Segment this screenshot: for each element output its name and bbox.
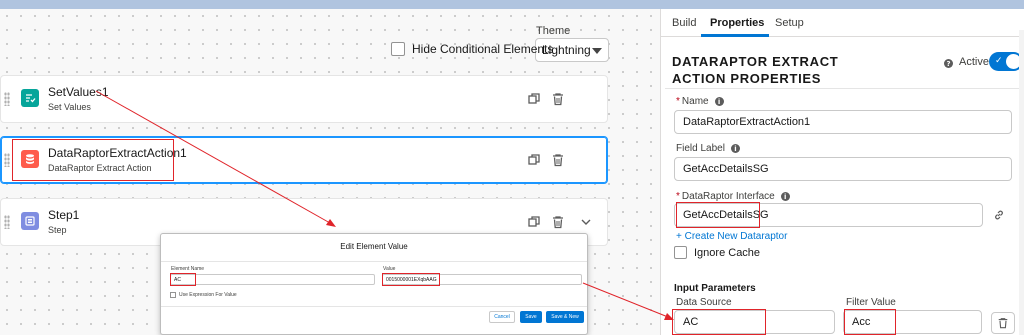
- value-label: Value: [383, 266, 396, 272]
- element-card-dataraptor[interactable]: DataRaptorExtractAction1 DataRaptor Extr…: [0, 136, 608, 184]
- check-icon: ✓: [995, 56, 1003, 66]
- trash-icon[interactable]: [551, 215, 565, 229]
- tab-build[interactable]: Build: [672, 17, 696, 29]
- active-tab-indicator: [701, 34, 769, 37]
- copy-icon[interactable]: [527, 153, 541, 167]
- divider: [161, 261, 587, 262]
- info-icon: i: [730, 144, 740, 153]
- element-subtitle: Set Values: [48, 102, 91, 112]
- ignore-cache-label: Ignore Cache: [694, 246, 761, 259]
- tab-properties[interactable]: Properties: [710, 17, 764, 29]
- element-name-input[interactable]: AC: [170, 274, 375, 285]
- checkbox-box[interactable]: [391, 42, 405, 56]
- link-icon[interactable]: [993, 208, 1005, 220]
- delete-parameter-button[interactable]: [991, 312, 1015, 334]
- hide-conditional-label: Hide Conditional Elements: [412, 42, 554, 56]
- element-card-setvalues[interactable]: SetValues1 Set Values: [0, 75, 608, 123]
- copy-icon[interactable]: [527, 215, 541, 229]
- element-subtitle: Step: [48, 225, 67, 235]
- copy-icon[interactable]: [527, 92, 541, 106]
- info-icon: i: [780, 192, 790, 201]
- data-source-label: Data Source: [676, 297, 732, 308]
- theme-label: Theme: [536, 25, 571, 37]
- value-input[interactable]: 0015000001EXqbAAG: [382, 274, 582, 285]
- element-title: SetValues1: [48, 85, 109, 99]
- dataraptor-interface-input[interactable]: GetAccDetailsSG: [674, 203, 983, 227]
- hide-conditional-checkbox[interactable]: Hide Conditional Elements: [391, 42, 553, 56]
- chevron-down-icon[interactable]: [579, 215, 593, 229]
- help-icon[interactable]: ?: [944, 59, 953, 68]
- trash-icon: [998, 318, 1008, 329]
- chevron-down-icon: [592, 48, 602, 54]
- drag-handle-icon[interactable]: [4, 92, 10, 106]
- element-title: Step1: [48, 208, 80, 222]
- name-input[interactable]: DataRaptorExtractAction1: [674, 110, 1012, 134]
- trash-icon[interactable]: [551, 92, 565, 106]
- page-title-line1: DATARAPTOR EXTRACT: [672, 54, 839, 69]
- database-icon: [21, 150, 39, 168]
- save-button[interactable]: Save: [520, 311, 542, 323]
- top-header-bar: [0, 0, 1024, 9]
- divider: [161, 306, 587, 307]
- name-label: * Name i: [676, 96, 724, 107]
- panel-tabs: Build Properties Setup: [661, 9, 1024, 37]
- element-title: DataRaptorExtractAction1: [48, 146, 187, 160]
- filter-value-label: Filter Value: [846, 297, 896, 308]
- scrollbar[interactable]: [1019, 30, 1024, 335]
- filter-value-input[interactable]: Acc: [843, 310, 982, 334]
- save-new-button[interactable]: Save & New: [546, 311, 584, 323]
- info-icon: i: [714, 97, 724, 106]
- field-label-label: Field Label i: [676, 143, 740, 154]
- field-label-input[interactable]: GetAccDetailsSG: [674, 157, 1012, 181]
- active-label: Active: [959, 56, 989, 68]
- use-expression-label: Use Expression For Value: [179, 292, 237, 298]
- checkbox-box[interactable]: [674, 246, 687, 259]
- page-title-line2: ACTION PROPERTIES: [672, 71, 822, 86]
- create-new-dataraptor-link[interactable]: + Create New Dataraptor: [676, 231, 787, 242]
- dataraptor-interface-label: * DataRaptor Interface i: [676, 191, 790, 202]
- set-values-icon: [21, 89, 39, 107]
- cancel-button[interactable]: Cancel: [489, 311, 515, 323]
- element-name-label: Element Name: [171, 266, 205, 272]
- drag-handle-icon[interactable]: [4, 153, 10, 167]
- use-expression-checkbox[interactable]: Use Expression For Value: [170, 292, 237, 298]
- modal-title: Edit Element Value: [340, 242, 408, 251]
- page-title: DATARAPTOR EXTRACT ACTION PROPERTIES: [672, 53, 852, 87]
- drag-handle-icon[interactable]: [4, 215, 10, 229]
- trash-icon[interactable]: [551, 153, 565, 167]
- element-subtitle: DataRaptor Extract Action: [48, 163, 152, 173]
- active-toggle[interactable]: ✓: [989, 52, 1023, 71]
- data-source-input[interactable]: AC: [674, 310, 835, 334]
- input-parameters-heading: Input Parameters: [674, 283, 756, 294]
- tab-setup[interactable]: Setup: [775, 17, 804, 29]
- checkbox-box[interactable]: [170, 292, 176, 298]
- ignore-cache-checkbox[interactable]: Ignore Cache: [674, 246, 760, 259]
- step-icon: [21, 212, 39, 230]
